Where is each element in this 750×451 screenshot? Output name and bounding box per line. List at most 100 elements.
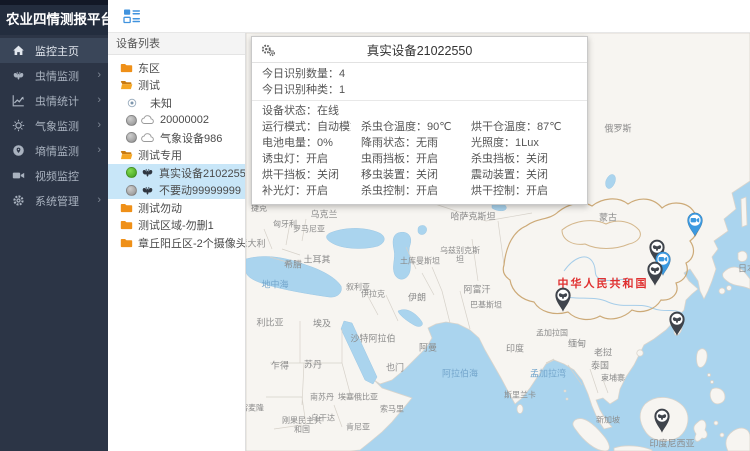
popup-grid-cell: 虫雨挡板：开启 xyxy=(351,151,461,167)
tree-device-row[interactable]: 真实设备21022550 xyxy=(108,164,245,182)
status-dot-offline xyxy=(126,185,137,196)
tree-item-label: 气象设备986 xyxy=(160,130,222,146)
main-area: 设备列表 东区测试未知20000002气象设备986测试专用真实设备210225… xyxy=(108,0,750,451)
gear-icon xyxy=(11,194,25,208)
popup-title: 真实设备21022550 xyxy=(367,40,473,59)
popup-grid-cell: 诱虫灯：开启 xyxy=(252,151,351,167)
sidebar-item-chart[interactable]: 虫情统计› xyxy=(0,88,108,113)
cloud-icon xyxy=(141,115,155,125)
sidebar-item-soil[interactable]: 墒情监测› xyxy=(0,138,108,163)
popup-grid-cell: 杀虫控制：开启 xyxy=(351,183,461,199)
status-dot-offline xyxy=(126,115,137,126)
weather-icon xyxy=(11,119,25,133)
tree-folder-row[interactable]: 测试区域-勿删1 xyxy=(108,217,245,235)
sidebar-item-weather[interactable]: 气象监测› xyxy=(0,113,108,138)
tree-item-label: 东区 xyxy=(138,60,160,76)
tree-item-label: 测试 xyxy=(138,77,160,93)
sidebar-item-label: 气象监测 xyxy=(35,118,97,134)
popup-grid: 运行模式：自动模式杀虫仓温度：90℃烘干仓温度：87℃电池电量：0%降雨状态：无… xyxy=(252,119,587,199)
device-panel: 设备列表 东区测试未知20000002气象设备986测试专用真实设备210225… xyxy=(108,33,246,451)
chart-icon xyxy=(11,94,25,108)
tree-item-label: 测试区域-勿删1 xyxy=(138,217,214,233)
tree-item-label: 测试专用 xyxy=(138,147,182,163)
topbar xyxy=(108,0,750,33)
popup-grid-row: 烘干挡板：关闭移虫装置：关闭震动装置：关闭 xyxy=(252,167,587,183)
app-window: 农业四情测报平台 监控主页虫情监测›虫情统计›气象监测›墒情监测›视频监控系统管… xyxy=(0,0,750,451)
device-tree-toggle-icon[interactable] xyxy=(123,8,141,24)
popup-grid-row: 电池电量：0%降雨状态：无雨光照度：1Lux xyxy=(252,135,587,151)
map-canvas[interactable]: 俄罗斯哈萨克斯坦蒙古捷克乌克兰匈牙利罗马尼亚意大利希腊土耳其地中海叙利亚伊拉克伊… xyxy=(246,33,750,451)
popup-grid-row: 运行模式：自动模式杀虫仓温度：90℃烘干仓温度：87℃ xyxy=(252,119,587,135)
popup-grid-cell: 降雨状态：无雨 xyxy=(351,135,461,151)
device-panel-header: 设备列表 xyxy=(108,33,245,55)
popup-grid-cell: 烘干控制：开启 xyxy=(461,183,587,199)
tree-item-label: 未知 xyxy=(150,95,172,111)
tree-folder-row[interactable]: 东区 xyxy=(108,59,245,77)
sidebar-item-label: 视频监控 xyxy=(35,168,101,184)
settings-gears-icon[interactable] xyxy=(260,43,276,57)
popup-grid-row: 诱虫灯：开启虫雨挡板：开启杀虫挡板：关闭 xyxy=(252,151,587,167)
tree-item-label: 章丘阳丘区-2个摄像头 xyxy=(138,235,245,251)
popup-summary-line: 今日识别种类：1 xyxy=(252,82,587,98)
popup-summary-line: 今日识别数量：4 xyxy=(252,66,587,82)
tree-folder-row[interactable]: 测试 xyxy=(108,77,245,95)
home-icon xyxy=(11,44,25,58)
popup-grid-cell: 震动装置：关闭 xyxy=(461,167,587,183)
insect-device-marker[interactable] xyxy=(651,406,673,434)
popup-grid-cell: 移虫装置：关闭 xyxy=(351,167,461,183)
folder-open-icon xyxy=(120,79,133,91)
chevron-right-icon: › xyxy=(97,195,101,206)
sidebar-item-label: 虫情统计 xyxy=(35,93,97,109)
target-icon xyxy=(126,97,138,109)
popup-grid-row: 补光灯：开启杀虫控制：开启烘干控制：开启 xyxy=(252,183,587,199)
popup-grid-cell: 杀虫挡板：关闭 xyxy=(461,151,587,167)
sidebar-item-insect[interactable]: 虫情监测› xyxy=(0,63,108,88)
insect-device-marker[interactable] xyxy=(666,309,688,337)
status-dot-online xyxy=(126,167,137,178)
tree-device-row[interactable]: 未知 xyxy=(108,94,245,112)
tree-device-row[interactable]: 不要动99999999 xyxy=(108,182,245,200)
insect-device-marker[interactable] xyxy=(644,259,666,287)
sidebar-menu: 监控主页虫情监测›虫情统计›气象监测›墒情监测›视频监控系统管理› xyxy=(0,35,108,213)
sidebar-item-label: 系统管理 xyxy=(35,193,97,209)
sidebar-item-video[interactable]: 视频监控 xyxy=(0,163,108,188)
camera-marker[interactable] xyxy=(684,210,706,238)
popup-status-line: 设备状态：在线 xyxy=(252,103,587,119)
popup-grid-cell: 光照度：1Lux xyxy=(461,135,587,151)
tree-device-row[interactable]: 气象设备986 xyxy=(108,129,245,147)
popup-grid-cell: 运行模式：自动模式 xyxy=(252,119,351,135)
sidebar-item-label: 墒情监测 xyxy=(35,143,97,159)
popup-body: 今日识别数量：4今日识别种类：1 设备状态：在线 运行模式：自动模式杀虫仓温度：… xyxy=(252,63,587,204)
sidebar: 农业四情测报平台 监控主页虫情监测›虫情统计›气象监测›墒情监测›视频监控系统管… xyxy=(0,0,108,451)
chevron-right-icon: › xyxy=(97,145,101,156)
popup-grid-cell: 烘干仓温度：87℃ xyxy=(461,119,587,135)
popup-header: 真实设备21022550 xyxy=(252,37,587,63)
device-tree: 东区测试未知20000002气象设备986测试专用真实设备21022550不要动… xyxy=(108,55,245,252)
folder-open-icon xyxy=(120,149,133,161)
popup-grid-cell: 电池电量：0% xyxy=(252,135,351,151)
chevron-right-icon: › xyxy=(97,70,101,81)
popup-divider xyxy=(252,100,587,101)
sidebar-item-home[interactable]: 监控主页 xyxy=(0,38,108,63)
popup-grid-cell: 补光灯：开启 xyxy=(252,183,351,199)
folder-closed-icon xyxy=(120,237,133,249)
tree-folder-row[interactable]: 测试勿动 xyxy=(108,199,245,217)
tree-item-label: 测试勿动 xyxy=(138,200,182,216)
tree-device-row[interactable]: 20000002 xyxy=(108,112,245,130)
sidebar-item-label: 监控主页 xyxy=(35,43,101,59)
popup-grid-cell: 烘干挡板：关闭 xyxy=(252,167,351,183)
sidebar-item-label: 虫情监测 xyxy=(35,68,97,84)
tree-folder-row[interactable]: 章丘阳丘区-2个摄像头 xyxy=(108,234,245,252)
app-title: 农业四情测报平台 xyxy=(0,5,108,35)
tree-item-label: 不要动99999999 xyxy=(159,182,241,198)
tree-folder-row[interactable]: 测试专用 xyxy=(108,147,245,165)
folder-closed-icon xyxy=(120,219,133,231)
content: 设备列表 东区测试未知20000002气象设备986测试专用真实设备210225… xyxy=(108,33,750,451)
soil-icon xyxy=(11,144,25,158)
video-icon xyxy=(11,169,25,183)
sidebar-item-gear[interactable]: 系统管理› xyxy=(0,188,108,213)
insect-icon xyxy=(11,69,25,83)
popup-summary: 今日识别数量：4今日识别种类：1 xyxy=(252,66,587,98)
insect-device-marker[interactable] xyxy=(552,285,574,313)
popup-grid-cell: 杀虫仓温度：90℃ xyxy=(351,119,461,135)
